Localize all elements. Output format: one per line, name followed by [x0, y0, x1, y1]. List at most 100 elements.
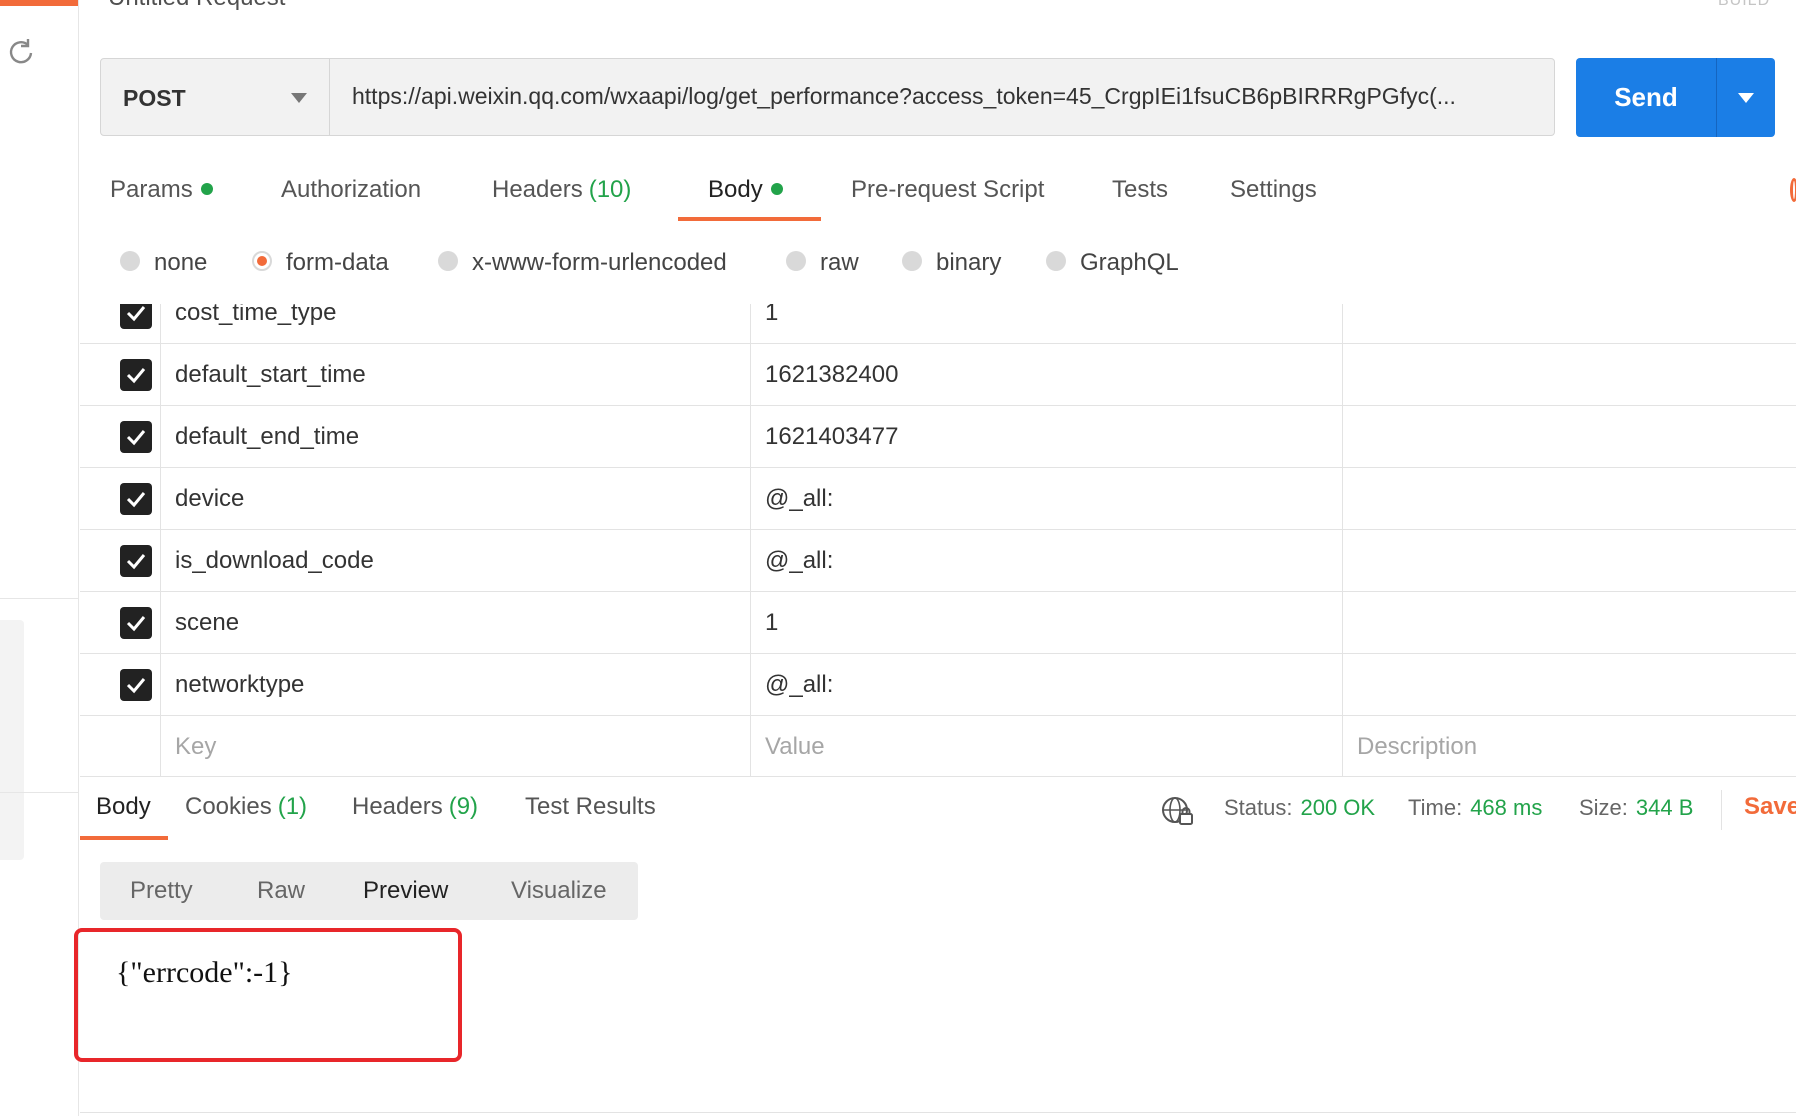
radio-binary[interactable]: binary: [902, 249, 1001, 277]
send-options-button[interactable]: [1716, 58, 1775, 137]
new-value-input[interactable]: Value: [750, 716, 1342, 776]
row-value[interactable]: @_all:: [750, 654, 1342, 716]
response-tab-headers-label: Headers: [352, 793, 443, 820]
radio-binary-label: binary: [936, 249, 1002, 276]
radio-graphql[interactable]: GraphQL: [1046, 249, 1179, 277]
radio-circle: [786, 250, 806, 271]
row-checkbox[interactable]: [120, 483, 152, 515]
row-checkbox[interactable]: [120, 607, 152, 639]
tab-tests[interactable]: Tests: [1112, 176, 1168, 204]
response-active-tab-underline: [80, 836, 168, 840]
row-description[interactable]: [1342, 344, 1796, 406]
row-key[interactable]: default_start_time: [160, 344, 750, 406]
row-key[interactable]: device: [160, 468, 750, 530]
row-key[interactable]: scene: [160, 592, 750, 654]
response-tab-body-label: Body: [96, 793, 151, 820]
response-tab-test-results[interactable]: Test Results: [525, 793, 656, 821]
tab-headers[interactable]: Headers (10): [492, 176, 631, 204]
bottom-divider: [80, 1112, 1796, 1113]
time-label: Time:: [1408, 795, 1463, 820]
tab-params-label: Params: [110, 176, 193, 203]
active-tab-accent: [0, 0, 78, 6]
time-value: 468 ms: [1470, 795, 1543, 820]
tab-params[interactable]: Params: [110, 176, 213, 204]
status-divider: [1721, 790, 1722, 830]
response-tab-test-results-label: Test Results: [525, 793, 656, 820]
table-row: default_start_time 1621382400: [80, 344, 1796, 406]
response-tab-cookies-label: Cookies: [185, 793, 272, 820]
radio-urlencoded-label: x-www-form-urlencoded: [472, 249, 727, 276]
tab-pre-request-script[interactable]: Pre-request Script: [851, 176, 1044, 204]
table-row: networktype @_all:: [80, 654, 1796, 716]
sidebar-divider: [0, 598, 78, 599]
row-value[interactable]: @_all:: [750, 530, 1342, 592]
table-row: default_end_time 1621403477: [80, 406, 1796, 468]
globe-lock-icon[interactable]: [1160, 794, 1194, 828]
radio-none[interactable]: none: [120, 249, 207, 277]
status-label: Status:: [1224, 795, 1293, 820]
row-value[interactable]: @_all:: [750, 468, 1342, 530]
tab-body[interactable]: Body: [708, 176, 783, 204]
form-data-table: cost_time_type 1 default_start_time 1621…: [80, 304, 1796, 776]
view-mode-preview[interactable]: Preview: [363, 877, 448, 905]
view-mode-raw[interactable]: Raw: [257, 877, 305, 905]
row-checkbox[interactable]: [120, 359, 152, 391]
tab-authorization-label: Authorization: [281, 176, 422, 203]
save-response-button[interactable]: Save: [1744, 793, 1796, 821]
chevron-down-icon: [291, 93, 307, 103]
row-value[interactable]: 1621403477: [750, 406, 1342, 468]
radio-circle-selected: [252, 250, 272, 271]
view-mode-pretty[interactable]: Pretty: [130, 877, 193, 905]
row-description[interactable]: [1342, 468, 1796, 530]
row-checkbox[interactable]: [120, 304, 152, 329]
send-button[interactable]: Send: [1576, 58, 1716, 137]
url-input[interactable]: https://api.weixin.qq.com/wxaapi/log/get…: [330, 58, 1555, 136]
active-tab-underline: [678, 217, 821, 221]
radio-raw[interactable]: raw: [786, 249, 859, 277]
new-key-input[interactable]: Key: [160, 716, 750, 776]
size-label: Size:: [1579, 795, 1628, 820]
new-description-input[interactable]: Description: [1342, 716, 1796, 776]
build-label[interactable]: BUILD: [1718, 0, 1770, 10]
row-value[interactable]: 1: [750, 592, 1342, 654]
tab-headers-label: Headers: [492, 176, 583, 203]
tab-authorization[interactable]: Authorization: [281, 176, 421, 204]
radio-form-data[interactable]: form-data: [252, 249, 389, 277]
row-key[interactable]: is_download_code: [160, 530, 750, 592]
status-readout: Status: 200 OK: [1224, 795, 1375, 821]
radio-urlencoded[interactable]: x-www-form-urlencoded: [438, 249, 727, 277]
tab-settings[interactable]: Settings: [1230, 176, 1317, 204]
row-description[interactable]: [1342, 654, 1796, 716]
row-value[interactable]: 1: [750, 304, 1342, 344]
row-description[interactable]: [1342, 592, 1796, 654]
view-mode-visualize[interactable]: Visualize: [511, 877, 607, 905]
sidebar-panel: [0, 620, 24, 860]
row-key[interactable]: networktype: [160, 654, 750, 716]
radio-graphql-label: GraphQL: [1080, 249, 1179, 276]
row-value[interactable]: 1621382400: [750, 344, 1342, 406]
time-readout: Time: 468 ms: [1408, 795, 1542, 821]
response-tab-body[interactable]: Body: [96, 793, 151, 821]
chevron-down-icon: [1738, 93, 1754, 103]
params-indicator-dot: [200, 182, 213, 195]
response-tab-cookies[interactable]: Cookies (1): [185, 793, 307, 821]
table-row: cost_time_type 1: [80, 304, 1796, 344]
table-row-new: Key Value Description: [80, 716, 1796, 776]
size-readout: Size: 344 B: [1579, 795, 1693, 821]
row-checkbox[interactable]: [120, 545, 152, 577]
url-text: https://api.weixin.qq.com/wxaapi/log/get…: [352, 83, 1456, 109]
method-select[interactable]: POST: [100, 58, 330, 136]
response-tab-headers[interactable]: Headers (9): [352, 793, 478, 821]
sidebar-divider: [0, 792, 78, 793]
cookies-link-icon[interactable]: [1790, 178, 1796, 202]
row-description[interactable]: [1342, 304, 1796, 344]
row-key[interactable]: cost_time_type: [160, 304, 750, 344]
refresh-icon[interactable]: [6, 36, 36, 66]
radio-circle: [438, 250, 458, 271]
row-description[interactable]: [1342, 530, 1796, 592]
row-key[interactable]: default_end_time: [160, 406, 750, 468]
row-checkbox[interactable]: [120, 669, 152, 701]
row-checkbox[interactable]: [120, 421, 152, 453]
row-description[interactable]: [1342, 406, 1796, 468]
request-title[interactable]: Untitled Request: [108, 0, 285, 12]
